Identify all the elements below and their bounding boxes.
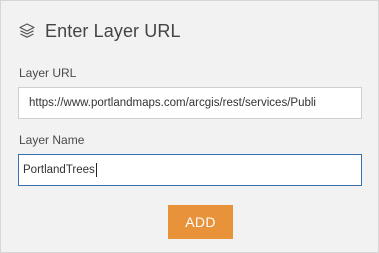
layer-name-value: PortlandTrees (23, 164, 95, 176)
add-button[interactable]: ADD (168, 205, 233, 239)
layers-icon (18, 22, 36, 40)
layer-url-label: Layer URL (19, 66, 77, 80)
layer-name-label: Layer Name (19, 133, 85, 147)
panel-header: Enter Layer URL (18, 20, 181, 42)
text-cursor (95, 162, 97, 177)
layer-url-input[interactable]: https://www.portlandmaps.com/arcgis/rest… (18, 87, 362, 119)
layer-name-input[interactable]: PortlandTrees (18, 154, 362, 186)
layer-url-value: https://www.portlandmaps.com/arcgis/rest… (29, 97, 316, 109)
add-layer-panel: Enter Layer URL Layer URL https://www.po… (0, 0, 379, 253)
panel-title: Enter Layer URL (45, 20, 181, 41)
